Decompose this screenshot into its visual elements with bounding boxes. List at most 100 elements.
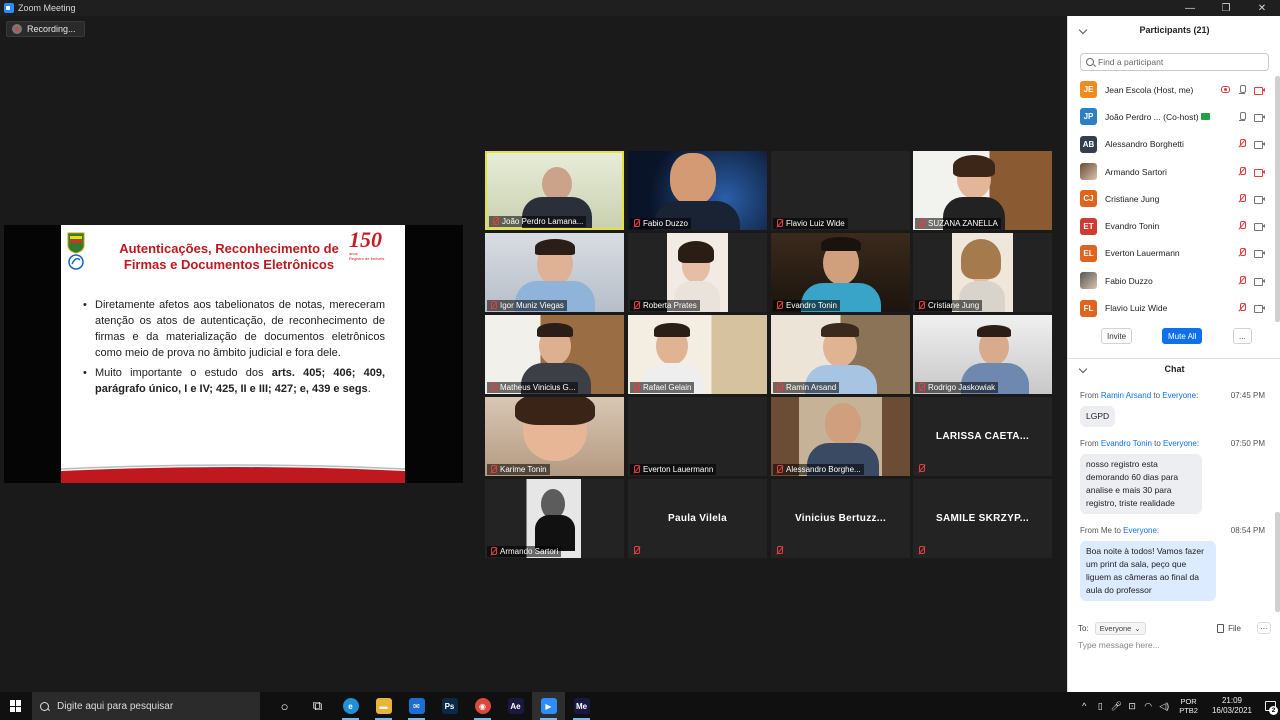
video-tile[interactable]: Cristiane Jung <box>913 233 1052 312</box>
participant-name: João Perdro Lamana... <box>502 217 584 226</box>
invite-button[interactable]: Invite <box>1101 328 1133 344</box>
video-tile[interactable]: Fabio Duzzo <box>628 151 767 230</box>
start-button[interactable] <box>0 692 32 720</box>
camera-icon[interactable] <box>1254 249 1265 259</box>
taskbar-search-box[interactable]: Digite aqui para pesquisar <box>32 692 260 720</box>
chat-message-input[interactable]: Type message here... <box>1078 640 1160 650</box>
more-options-button[interactable]: ... <box>1233 328 1252 344</box>
video-tile[interactable]: Matheus Vinicius G... <box>485 315 624 394</box>
camera-icon[interactable] <box>1254 304 1265 314</box>
mic-icon[interactable] <box>1238 111 1246 122</box>
file-explorer-taskbar-button[interactable]: ▬ <box>367 692 400 720</box>
cortana-taskbar-button[interactable]: ○ <box>268 692 301 720</box>
video-tile-camera-off[interactable]: LARISSA CAETA... <box>913 397 1052 476</box>
video-tile[interactable]: Karime Tonin <box>485 397 624 476</box>
sender-name[interactable]: Evandro Tonin <box>1101 439 1152 448</box>
participant-actions: Invite Mute All ... <box>1068 328 1280 348</box>
minimize-button[interactable]: — <box>1172 0 1208 16</box>
after-effects-taskbar-button[interactable]: Ae <box>499 692 532 720</box>
muted-mic-icon[interactable] <box>1238 139 1246 149</box>
video-tile-camera-off[interactable]: SAMILE SKRZYP... <box>913 479 1052 558</box>
camera-icon[interactable] <box>1254 195 1265 204</box>
video-tile[interactable]: João Perdro Lamana... <box>485 151 624 230</box>
collapse-chevron-icon[interactable] <box>1078 25 1088 35</box>
avatar: EL <box>1080 244 1097 262</box>
participant-row[interactable]: ET Evandro Tonin <box>1068 212 1273 239</box>
video-tile[interactable]: Alessandro Borghe... <box>771 397 910 476</box>
muted-mic-icon[interactable] <box>1238 166 1246 177</box>
video-tile[interactable]: Everton Lauermann <box>628 397 767 476</box>
input-language[interactable]: POR PTB2 <box>1179 697 1198 715</box>
muted-mic-icon[interactable] <box>1238 303 1246 313</box>
participant-row[interactable]: Fabio Duzzo <box>1068 267 1273 294</box>
recipient-name[interactable]: Everyone <box>1163 439 1197 448</box>
taskbar-clock[interactable]: 21:09 16/03/2021 <box>1212 696 1252 716</box>
chrome-taskbar-button[interactable]: ◉ <box>466 692 499 720</box>
edge-taskbar-button[interactable]: e <box>334 692 367 720</box>
participant-name-label: Armando Sartori <box>487 546 562 557</box>
volume-icon[interactable]: ◁) <box>1157 701 1171 712</box>
video-tile[interactable]: Igor Muniz Viegas <box>485 233 624 312</box>
camera-off-icon[interactable] <box>1254 168 1265 177</box>
participant-row[interactable]: CJ Cristiane Jung <box>1068 185 1273 212</box>
notifications-button[interactable]: 2 <box>1260 692 1280 720</box>
muted-mic-icon[interactable] <box>1238 221 1246 231</box>
participants-scrollbar[interactable] <box>1275 76 1280 322</box>
camera-icon[interactable] <box>1254 140 1265 150</box>
participant-row[interactable]: JP João Perdro ... (Co-host) <box>1068 103 1273 130</box>
microphone-icon[interactable]: 🎤︎ <box>1109 701 1123 712</box>
meta-suffix: : <box>1196 439 1200 448</box>
recipient-name[interactable]: Everyone <box>1123 526 1157 535</box>
file-button[interactable]: File <box>1217 623 1241 633</box>
video-tile[interactable]: Roberta Prates <box>628 233 767 312</box>
participant-name: Fabio Duzzo <box>1105 275 1153 286</box>
chat-scrollbar[interactable] <box>1275 512 1280 612</box>
zoom-taskbar-button[interactable]: ▶ <box>532 692 565 720</box>
muted-mic-icon[interactable] <box>1238 275 1246 286</box>
notification-count: 2 <box>1269 706 1278 715</box>
muted-mic-icon[interactable] <box>1238 248 1246 258</box>
participant-row[interactable]: JE Jean Escola (Host, me) <box>1068 76 1273 103</box>
video-tile[interactable]: Flavio Luiz Wide <box>771 151 910 230</box>
mic-icon[interactable] <box>1238 84 1246 95</box>
task-view-taskbar-button[interactable]: ⧉ <box>301 692 334 720</box>
participant-row[interactable]: Armando Sartori <box>1068 158 1273 185</box>
video-tile-camera-off[interactable]: Paula Vilela <box>628 479 767 558</box>
camera-icon[interactable] <box>1254 222 1265 232</box>
maximize-button[interactable]: ❐ <box>1208 0 1244 16</box>
media-encoder-taskbar-button[interactable]: Me <box>565 692 598 720</box>
muted-mic-icon <box>489 301 497 310</box>
recording-indicator[interactable]: Recording... <box>6 21 85 37</box>
video-tile[interactable]: Rafael Gelain <box>628 315 767 394</box>
battery-icon[interactable]: ▯ <box>1093 701 1107 712</box>
camera-icon[interactable] <box>1254 277 1265 286</box>
video-tile[interactable]: Armando Sartori <box>485 479 624 558</box>
mail-taskbar-button[interactable]: ✉ <box>400 692 433 720</box>
participant-row[interactable]: AB Alessandro Borghetti <box>1068 131 1273 158</box>
video-tile[interactable]: Evandro Tonin <box>771 233 910 312</box>
close-button[interactable]: ✕ <box>1244 0 1280 16</box>
recipient-name[interactable]: Everyone <box>1162 391 1196 400</box>
network-icon[interactable]: ⊡ <box>1125 701 1139 712</box>
video-tile[interactable]: Ramin Arsand <box>771 315 910 394</box>
participant-row[interactable]: EL Everton Lauermann <box>1068 240 1273 267</box>
camera-icon[interactable] <box>1254 113 1265 122</box>
camera-off-icon[interactable] <box>1254 86 1265 95</box>
participant-row[interactable]: FL Flavio Luiz Wide <box>1068 294 1273 321</box>
chat-collapse-chevron-icon[interactable] <box>1078 364 1088 373</box>
wifi-icon[interactable]: ◠ <box>1141 701 1155 712</box>
photoshop-taskbar-button[interactable]: Ps <box>433 692 466 720</box>
recipient-dropdown[interactable]: Everyone ⌄ <box>1094 621 1146 635</box>
chat-more-button[interactable]: ··· <box>1257 622 1271 634</box>
video-tile-camera-off[interactable]: Vinicius Bertuzz... <box>771 479 910 558</box>
show-hidden-icons-icon[interactable]: ^ <box>1077 701 1091 711</box>
video-feed-shape <box>515 397 595 425</box>
video-feed-shape <box>821 237 861 251</box>
media-encoder-icon: Me <box>573 698 590 714</box>
mute-all-button[interactable]: Mute All <box>1162 328 1203 344</box>
video-tile[interactable]: Rodrigo Jaskowiak <box>913 315 1052 394</box>
video-tile[interactable]: SUZANA ZANELLA <box>913 151 1052 230</box>
muted-mic-icon[interactable] <box>1238 193 1246 204</box>
sender-name[interactable]: Ramin Arsand <box>1101 391 1151 400</box>
participant-search-input[interactable]: Find a participant <box>1080 53 1269 71</box>
